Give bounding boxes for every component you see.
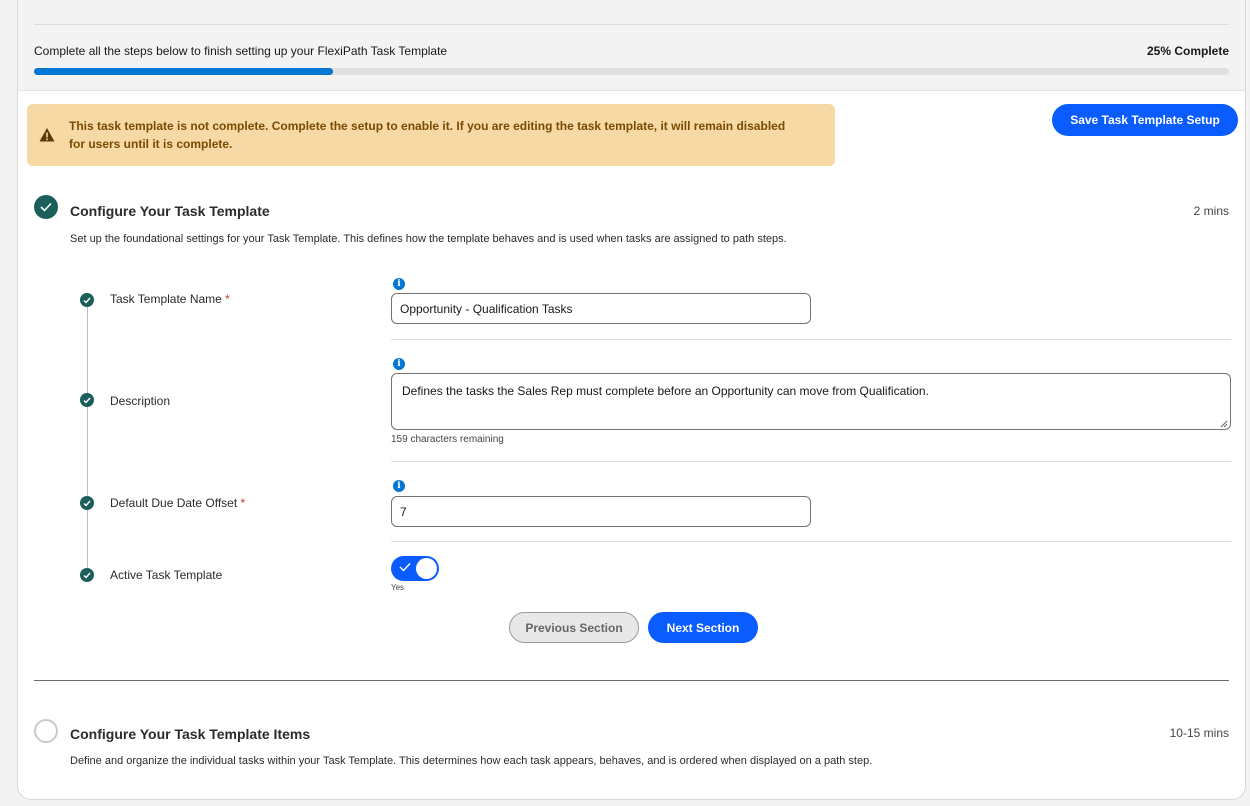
required-marker: * [225, 292, 230, 306]
section-complete-icon [34, 195, 58, 219]
section-2-title: Configure Your Task Template Items [70, 726, 311, 742]
section-divider [34, 680, 1229, 681]
warning-icon [39, 128, 55, 142]
resize-handle-icon[interactable] [1218, 418, 1228, 428]
field-divider [391, 541, 1231, 542]
info-icon[interactable]: i [393, 358, 405, 370]
field-divider [391, 461, 1231, 462]
previous-section-button[interactable]: Previous Section [509, 612, 639, 643]
setup-card: Complete all the steps below to finish s… [17, 0, 1246, 800]
characters-remaining: 159 characters remaining [391, 434, 504, 445]
step-progress-line [87, 300, 88, 572]
checkmark-icon [83, 397, 91, 404]
progress-top-divider [34, 24, 1229, 25]
info-icon[interactable]: i [393, 278, 405, 290]
section-1-description: Set up the foundational settings for you… [70, 233, 787, 245]
checkmark-icon [83, 500, 91, 507]
section-1-title: Configure Your Task Template [70, 203, 270, 219]
section-2-time-estimate: 10-15 mins [1169, 726, 1229, 740]
warning-line-1: This task template is not complete. Comp… [69, 119, 786, 133]
step-complete-icon [80, 393, 94, 407]
default-due-date-offset-input[interactable] [391, 496, 811, 527]
step-complete-icon [80, 568, 94, 582]
toggle-knob [416, 558, 437, 579]
progress-bar-fill [34, 68, 333, 75]
progress-bar [34, 68, 1229, 75]
warning-line-2: for users until it is complete. [69, 137, 233, 151]
next-section-button[interactable]: Next Section [648, 612, 758, 643]
step-complete-icon [80, 496, 94, 510]
incomplete-warning-banner: This task template is not complete. Comp… [27, 104, 835, 166]
field-divider [391, 339, 1231, 340]
description-textarea[interactable]: Defines the tasks the Sales Rep must com… [391, 373, 1231, 430]
description-label: Description [110, 394, 171, 408]
active-toggle[interactable] [391, 556, 439, 581]
info-icon[interactable]: i [393, 480, 405, 492]
section-1-time-estimate: 2 mins [1193, 204, 1229, 218]
warning-message: This task template is not complete. Comp… [69, 117, 785, 153]
active-task-template-label: Active Task Template [110, 568, 223, 582]
step-complete-icon [80, 293, 94, 307]
progress-header: Complete all the steps below to finish s… [18, 0, 1245, 91]
task-template-name-input[interactable] [391, 293, 811, 324]
progress-percent-label: 25% Complete [1146, 44, 1229, 58]
required-marker: * [240, 496, 246, 510]
toggle-state-label: Yes [391, 583, 405, 592]
default-due-date-offset-label: Default Due Date Offset * [110, 496, 246, 510]
checkmark-icon [399, 563, 411, 572]
task-template-name-label: Task Template Name * [110, 292, 230, 306]
section-2-description: Define and organize the individual tasks… [70, 755, 873, 767]
progress-instructions: Complete all the steps below to finish s… [34, 44, 448, 58]
checkmark-icon [40, 202, 52, 212]
save-task-template-setup-button[interactable]: Save Task Template Setup [1052, 104, 1238, 136]
checkmark-icon [83, 572, 91, 579]
section-incomplete-icon [34, 719, 58, 743]
checkmark-icon [83, 297, 91, 304]
